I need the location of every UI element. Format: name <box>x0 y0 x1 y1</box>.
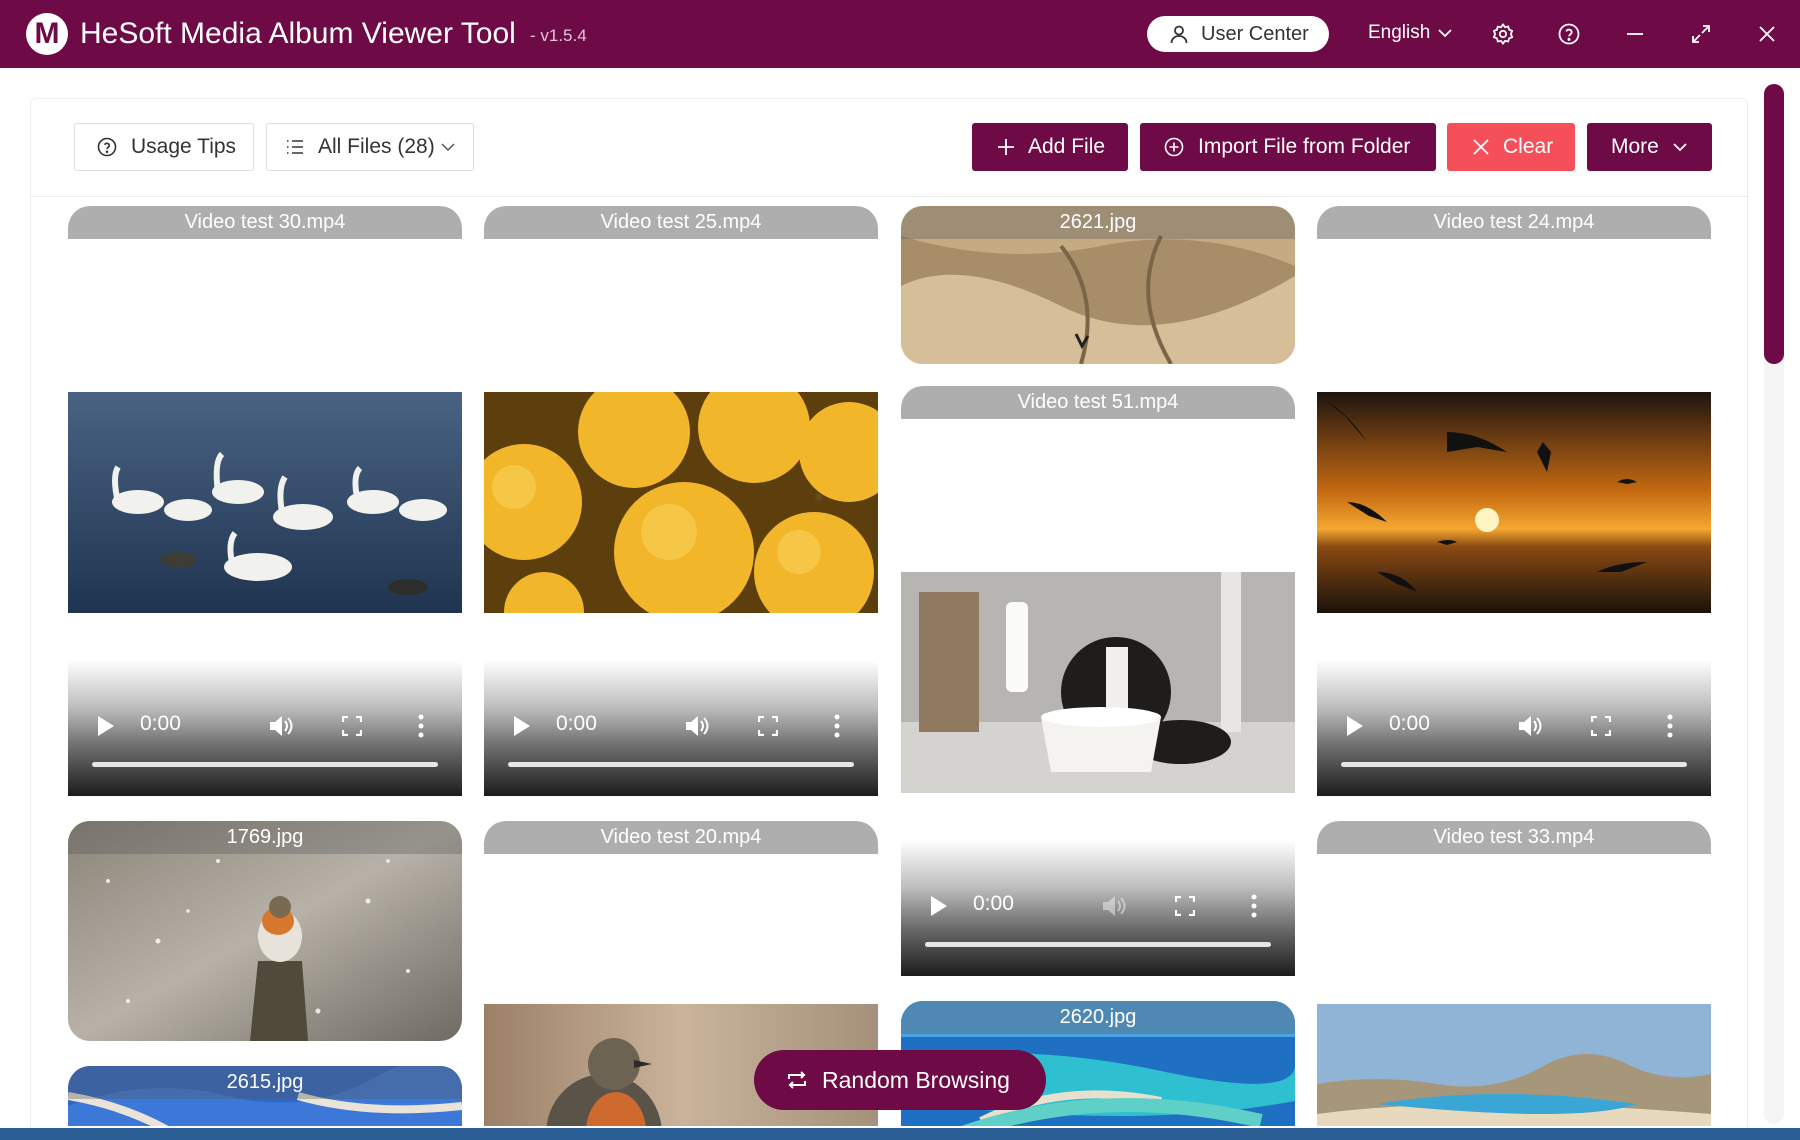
video-progress-bar[interactable] <box>508 762 854 767</box>
media-filename: Video test 30.mp4 <box>68 206 462 239</box>
play-icon[interactable] <box>96 714 116 738</box>
chevron-down-icon[interactable] <box>1436 24 1454 42</box>
media-thumbnail[interactable] <box>901 572 1295 793</box>
minimize-icon[interactable] <box>1623 22 1647 46</box>
app-version: - v1.5.4 <box>530 26 587 45</box>
user-center-button[interactable]: User Center <box>1147 16 1329 52</box>
video-player-controls[interactable]: 0:00 <box>484 660 878 796</box>
shuffle-icon <box>788 1071 806 1089</box>
video-progress-bar[interactable] <box>1341 762 1687 767</box>
volume-icon[interactable] <box>1101 894 1127 918</box>
file-filter-dropdown[interactable]: All Files (28) <box>266 123 474 171</box>
random-browsing-button[interactable]: Random Browsing <box>754 1050 1046 1110</box>
app-logo-icon: M <box>26 13 68 55</box>
play-icon[interactable] <box>1345 714 1365 738</box>
close-icon[interactable] <box>1755 22 1779 46</box>
video-progress-bar[interactable] <box>92 762 438 767</box>
media-filename: 2620.jpg <box>901 1001 1295 1034</box>
media-thumbnail <box>1317 1004 1711 1126</box>
video-time: 0:00 <box>140 712 181 735</box>
video-time: 0:00 <box>973 892 1014 915</box>
list-icon <box>287 140 303 154</box>
import-folder-button[interactable]: Import File from Folder <box>1140 123 1436 171</box>
media-filename: Video test 33.mp4 <box>1317 821 1711 854</box>
user-center-label: User Center <box>1201 23 1309 45</box>
chevron-down-icon <box>1673 143 1687 152</box>
media-tile[interactable]: 1769.jpg <box>68 821 462 1041</box>
media-tile[interactable]: Video test 33.mp4 <box>1317 821 1711 1126</box>
video-time: 0:00 <box>556 712 597 735</box>
video-player-controls[interactable]: 0:00 <box>901 840 1295 976</box>
video-progress-bar[interactable] <box>925 942 1271 947</box>
media-filename: Video test 24.mp4 <box>1317 206 1711 239</box>
import-folder-label: Import File from Folder <box>1198 135 1411 158</box>
chevron-down-icon <box>441 143 455 152</box>
video-player-controls[interactable]: 0:00 <box>68 660 462 796</box>
add-file-button[interactable]: Add File <box>972 123 1128 171</box>
language-selector[interactable]: English <box>1368 22 1430 44</box>
usage-tips-button[interactable]: Usage Tips <box>74 123 254 171</box>
app-window: M HeSoft Media Album Viewer Tool - v1.5.… <box>0 0 1800 1140</box>
more-label: More <box>1611 135 1659 158</box>
fullscreen-icon[interactable] <box>342 716 362 736</box>
close-icon <box>1473 139 1489 155</box>
window-bottom-edge <box>0 1128 1800 1140</box>
more-options-icon[interactable] <box>1667 714 1673 738</box>
media-tile[interactable]: 2621.jpg <box>901 206 1295 364</box>
app-title: HeSoft Media Album Viewer Tool <box>80 17 516 50</box>
plus-icon <box>998 139 1014 155</box>
video-player-controls[interactable]: 0:00 <box>1317 660 1711 796</box>
media-filename: 2615.jpg <box>68 1066 462 1099</box>
toolbar-divider <box>30 196 1748 197</box>
media-filename: 2621.jpg <box>901 206 1295 239</box>
gear-icon[interactable] <box>1491 22 1515 46</box>
play-icon[interactable] <box>929 894 949 918</box>
volume-icon[interactable] <box>684 714 710 738</box>
add-circle-icon <box>1164 137 1184 157</box>
user-icon <box>1170 25 1188 44</box>
file-filter-label: All Files (28) <box>318 135 435 158</box>
volume-icon[interactable] <box>1517 714 1543 738</box>
maximize-icon[interactable] <box>1689 22 1713 46</box>
fullscreen-icon[interactable] <box>1591 716 1611 736</box>
volume-icon[interactable] <box>268 714 294 738</box>
more-button[interactable]: More <box>1587 123 1712 171</box>
media-thumbnail[interactable] <box>68 392 462 613</box>
scrollbar-thumb[interactable] <box>1764 84 1784 364</box>
media-filename: 1769.jpg <box>68 821 462 854</box>
random-browsing-label: Random Browsing <box>822 1067 1010 1093</box>
more-options-icon[interactable] <box>834 714 840 738</box>
add-file-label: Add File <box>1028 135 1106 158</box>
media-thumbnail <box>68 821 462 1041</box>
media-tile[interactable]: 2615.jpg <box>68 1066 462 1126</box>
media-thumbnail[interactable] <box>1317 392 1711 613</box>
title-bar: M HeSoft Media Album Viewer Tool - v1.5.… <box>0 0 1800 68</box>
play-icon[interactable] <box>512 714 532 738</box>
help-icon <box>97 137 117 157</box>
clear-label: Clear <box>1503 135 1554 158</box>
media-filename: Video test 25.mp4 <box>484 206 878 239</box>
media-filename: Video test 51.mp4 <box>901 386 1295 419</box>
help-icon[interactable] <box>1557 22 1581 46</box>
media-thumbnail[interactable] <box>484 392 878 613</box>
more-options-icon[interactable] <box>1251 894 1257 918</box>
fullscreen-icon[interactable] <box>1175 896 1195 916</box>
more-options-icon[interactable] <box>418 714 424 738</box>
fullscreen-icon[interactable] <box>758 716 778 736</box>
media-filename: Video test 20.mp4 <box>484 821 878 854</box>
video-time: 0:00 <box>1389 712 1430 735</box>
media-grid[interactable]: Video test 30.mp4 0:00 1769.jpg 2615.jpg… <box>30 198 1748 1126</box>
clear-button[interactable]: Clear <box>1447 123 1575 171</box>
usage-tips-label: Usage Tips <box>131 135 237 158</box>
